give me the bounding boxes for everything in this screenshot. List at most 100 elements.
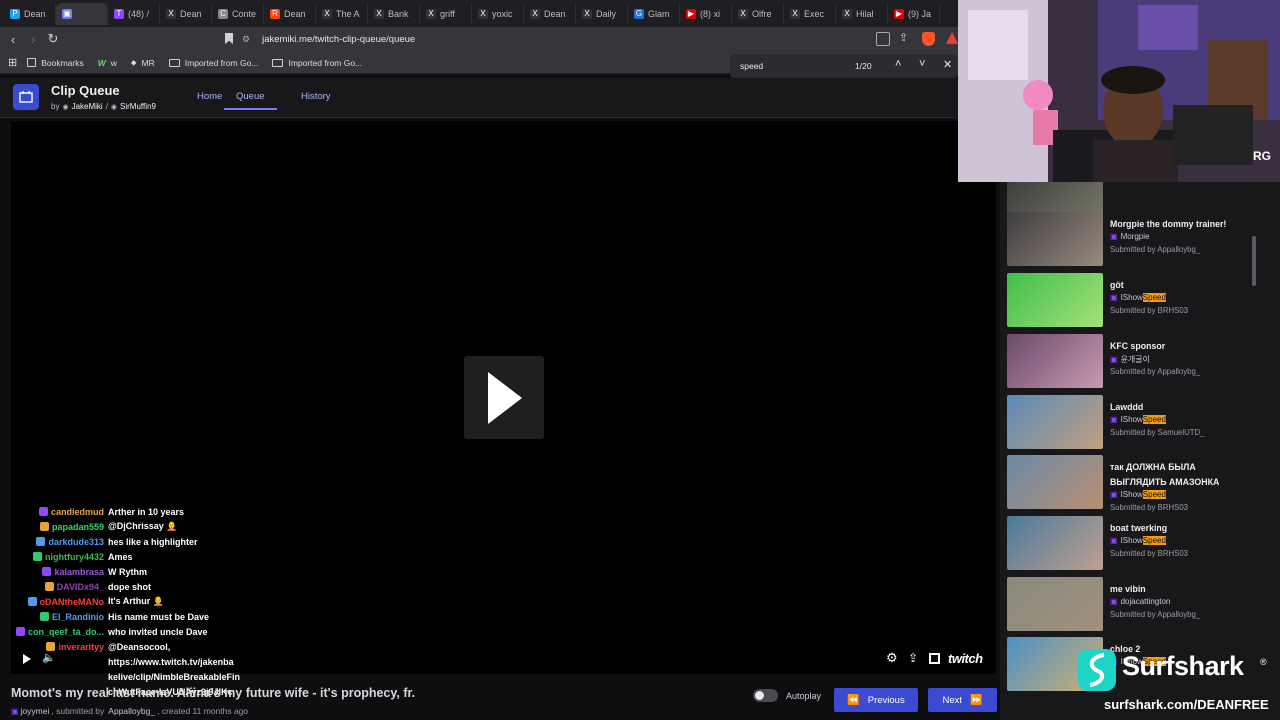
chat-badge-icon [32, 552, 42, 561]
browser-tab[interactable]: X Hilal [836, 2, 888, 25]
bookmark-bookmarks[interactable]: Bookmarks [27, 58, 84, 68]
queue-clip-item[interactable]: boat twerking ▣ IShow Speed Submitted by BRH… [1007, 516, 1252, 572]
author-link-jakemiki[interactable]: JakeMiki [72, 102, 103, 111]
find-input[interactable]: speed [740, 61, 763, 71]
rewards-icon[interactable] [946, 32, 958, 44]
clip-thumbnail[interactable] [1007, 273, 1103, 327]
browser-tab[interactable]: ▶ (9) Ja [888, 2, 940, 25]
clip-submitter[interactable]: Appalloybg_ [108, 706, 155, 716]
queue-scrollbar[interactable] [1252, 236, 1256, 286]
settings-gear-icon[interactable]: ⚙ [886, 650, 898, 666]
chat-message: oDANtheMANo It's Arthur 🧑‍🦲 [0, 594, 280, 609]
reader-mode-icon[interactable] [876, 32, 890, 46]
browser-tab[interactable]: ▣ [56, 2, 108, 25]
browser-tab[interactable]: Xgriff [420, 2, 472, 25]
browser-tab[interactable]: X The A [316, 2, 368, 25]
bookmark-imported-2[interactable]: Imported from Go... [272, 58, 362, 68]
tab-favicon-icon: ▶ [686, 8, 696, 19]
brave-shield-icon[interactable] [922, 32, 935, 46]
nav-queue[interactable]: Queue [224, 91, 277, 110]
queue-clip-item[interactable]: Lawddd ▣ IShow Speed Submitted by SamuelUTD_ [1007, 395, 1252, 451]
fast-forward-icon: ⏩ [970, 694, 983, 706]
autoplay-toggle[interactable]: Autoplay [753, 689, 821, 702]
browser-tab[interactable]: X Olfre [732, 2, 784, 25]
volume-icon[interactable]: 🔈 [42, 651, 56, 664]
clip-thumbnail[interactable] [1007, 334, 1103, 388]
clip-channel[interactable]: joyymei [21, 706, 50, 716]
previous-button[interactable]: ⏪ Previous [834, 688, 918, 712]
chat-username[interactable]: El_Randinio [52, 612, 104, 622]
tab-label: (48) / [128, 8, 150, 19]
clip-thumbnail[interactable] [1007, 395, 1103, 449]
browser-tab[interactable]: R Dean [264, 2, 316, 25]
queue-clip-item[interactable]: me vibin ▣ dojacattington Submitted by Appa… [1007, 577, 1252, 633]
browser-tab[interactable]: T (48) / [108, 2, 160, 25]
chat-badge-icon [42, 567, 52, 576]
tab-label: yoxic [492, 8, 513, 19]
apps-icon[interactable]: ⊞ [8, 56, 17, 69]
fullscreen-icon[interactable] [929, 653, 940, 664]
browser-tab[interactable]: X Dean [160, 2, 212, 25]
folder-icon [272, 58, 284, 67]
tab-favicon-icon: ▶ [894, 8, 904, 19]
author-link-sirmuffin[interactable]: SirMuffin9 [120, 102, 156, 111]
chat-username[interactable]: oDANtheMANo [40, 597, 105, 607]
clip-thumbnail[interactable] [1007, 516, 1103, 570]
bookmark-imported-1[interactable]: Imported from Go... [168, 58, 258, 68]
browser-tab[interactable]: G Glam [628, 2, 680, 25]
browser-nav-bar: ‹ › ↻ ⚙ jakemiki.me/twitch-clip-queue/qu… [0, 27, 958, 52]
app-header: Clip Queue by ◉ JakeMiki / ◉ SirMuffin9 … [0, 78, 1000, 118]
browser-tab[interactable]: Xyoxic [472, 2, 524, 25]
chat-username[interactable]: papadan559 [52, 522, 104, 532]
bookmark-icon[interactable] [225, 33, 233, 44]
chat-username[interactable]: DAVIDx94_ [57, 582, 104, 592]
back-icon[interactable]: ‹ [3, 29, 23, 49]
browser-tab[interactable]: P Dean [4, 2, 56, 25]
tab-label: Daily [596, 8, 617, 19]
big-play-button[interactable] [464, 356, 544, 439]
forward-icon[interactable]: › [23, 29, 43, 49]
bookmark-mr[interactable]: ⬥ MR [131, 58, 155, 68]
share-clip-icon[interactable]: ⇪ [908, 651, 918, 665]
queue-clip-channel: ▣IShowSpeed [1110, 536, 1166, 545]
play-icon[interactable] [23, 654, 31, 664]
find-next-icon[interactable]: ˅ [919, 58, 925, 70]
chat-text: hes like a highlighter [108, 536, 198, 547]
queue-clip-submitter: Submitted by BRHS03 [1110, 503, 1189, 512]
share-icon[interactable]: ⇪ [899, 31, 908, 44]
clip-thumbnail[interactable] [1007, 212, 1103, 266]
browser-tab[interactable]: C Conte [212, 2, 264, 25]
site-settings-icon[interactable]: ⚙ [242, 34, 250, 45]
next-button[interactable]: Next ⏩ [928, 688, 997, 712]
autoplay-switch[interactable] [753, 689, 778, 702]
browser-tab[interactable]: ▶ (8) xi [680, 2, 732, 25]
browser-tab[interactable]: X Daily [576, 2, 628, 25]
chat-username[interactable]: con_qeef_ta_do... [28, 627, 104, 637]
reload-icon[interactable]: ↻ [43, 29, 63, 49]
clip-thumbnail[interactable] [1007, 577, 1103, 631]
queue-clip-item[interactable]: KFC sponsor ▣ 윤개굴이 Submitted by Appalloybg_ [1007, 334, 1252, 390]
browser-tab[interactable]: X Exec [784, 2, 836, 25]
find-previous-icon[interactable]: ˄ [895, 58, 901, 70]
browser-tab[interactable]: X Bank [368, 2, 420, 25]
nav-home[interactable]: Home [197, 91, 222, 102]
chat-username[interactable]: kalambrasa [54, 567, 104, 577]
clip-thumbnail[interactable] [1007, 455, 1103, 509]
nav-history[interactable]: History [301, 91, 331, 102]
chat-username[interactable]: candiedmud [51, 507, 104, 517]
twitch-logo[interactable]: twitch [948, 651, 983, 666]
find-close-icon[interactable]: ✕ [943, 58, 952, 71]
tab-favicon-icon: G [634, 8, 644, 19]
queue-clip-item[interactable]: göt ▣ IShow Speed Submitted by BRHS03 [1007, 273, 1252, 329]
browser-tab[interactable]: X Dean [524, 2, 576, 25]
queue-clip-item[interactable]: Morgpie the dommy trainer! ▣ Morgpie Submit… [1007, 212, 1252, 268]
address-bar[interactable]: ⚙ jakemiki.me/twitch-clip-queue/queue [242, 29, 892, 49]
chat-username[interactable]: darkdude313 [48, 537, 104, 547]
queue-clip-item[interactable]: так ДОЛЖНА БЫЛА ВЫГЛЯДИТЬ АМАЗОНКА ▣ IShow… [1007, 455, 1252, 512]
chat-username[interactable]: nightfury4432 [45, 552, 104, 562]
clip-queue-logo-icon[interactable] [13, 84, 39, 110]
twitch-channel-icon: ▣ [1110, 232, 1118, 241]
bookmark-w[interactable]: W w [98, 58, 117, 68]
tab-label: Dean [180, 8, 202, 19]
chat-link-text[interactable]: kelive/clip/NimbleBreakableFin [108, 672, 240, 682]
